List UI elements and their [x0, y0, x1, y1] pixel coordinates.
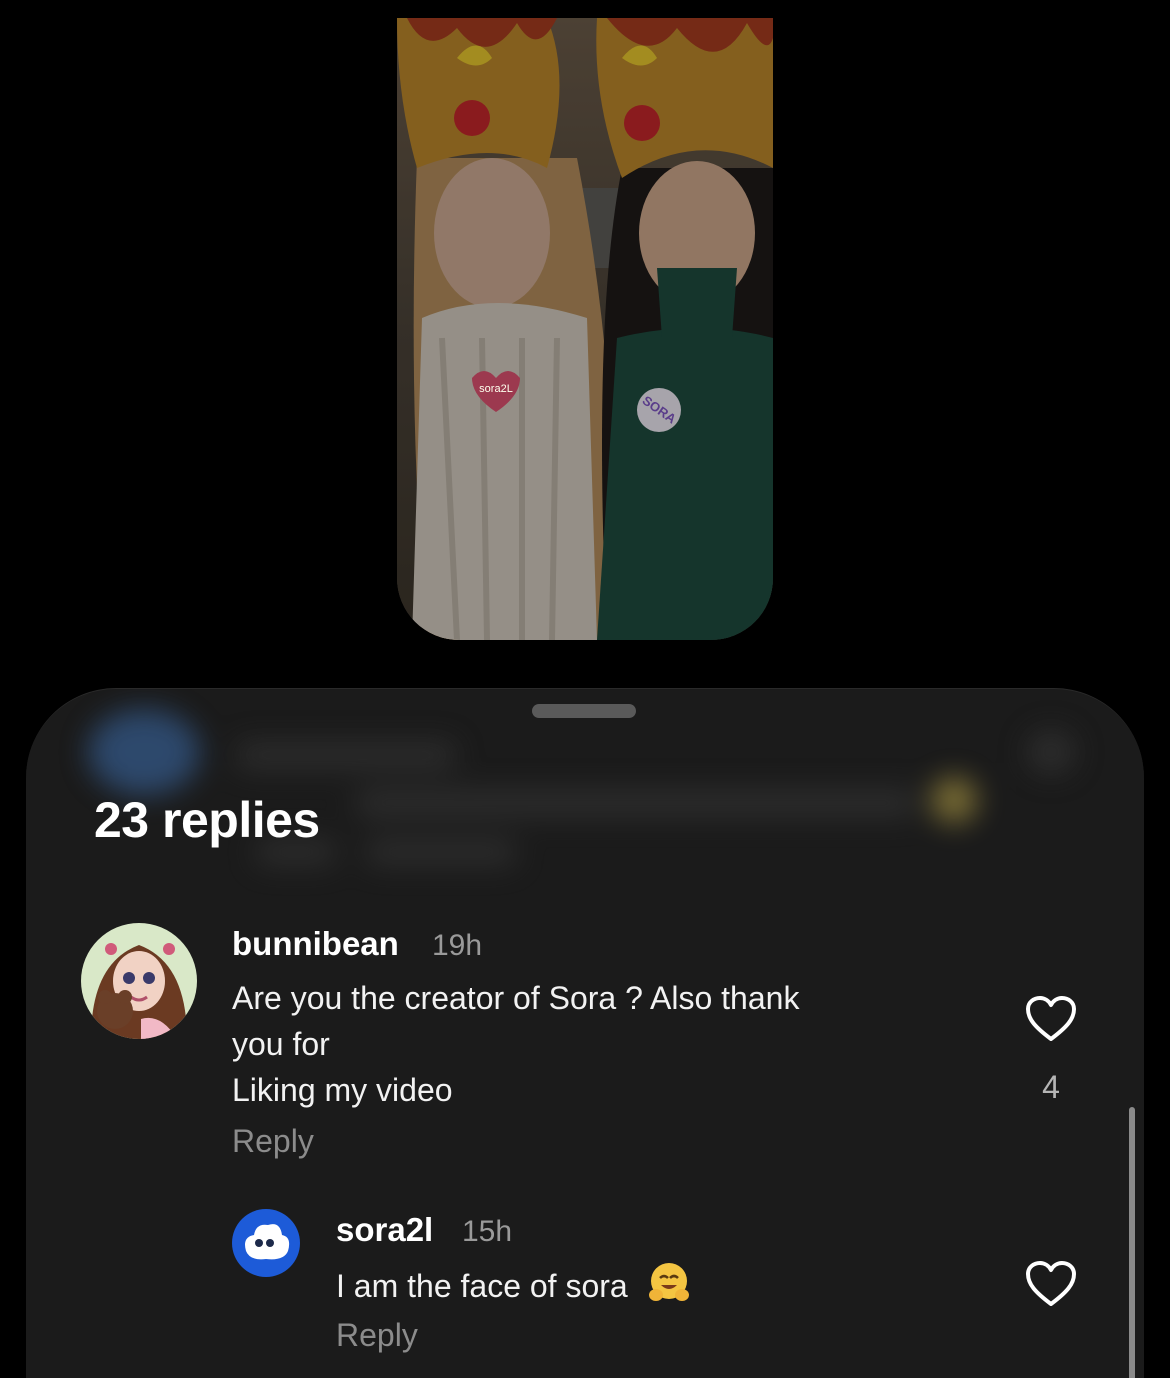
like-count: 4: [1042, 1069, 1060, 1105]
badge-left-label: sora2L: [479, 383, 513, 395]
replies-count-title: 23 replies: [94, 792, 320, 848]
heart-outline-icon[interactable]: [1025, 995, 1077, 1043]
comment-text-line: I am the face of sora: [336, 1268, 628, 1304]
heart-outline-icon[interactable]: [1025, 1260, 1077, 1308]
comments-sheet: 23 replies bunnibean 19h Are you the cre…: [26, 688, 1144, 1378]
comment-author[interactable]: sora2l: [336, 1211, 433, 1249]
comment-timestamp: 19h: [432, 929, 483, 962]
comment-text: I am the face of sora: [336, 1261, 691, 1317]
drag-handle[interactable]: [532, 704, 636, 718]
blue-cloud-avatar[interactable]: [232, 1209, 300, 1277]
screen: sora2L SORA 23 replies bunnibean 19h Are…: [0, 0, 1170, 1378]
scrollbar[interactable]: [1129, 1107, 1135, 1378]
comment-text-line: Are you the creator of Sora ? Also thank: [232, 980, 800, 1016]
video-preview[interactable]: sora2L SORA: [397, 18, 773, 640]
comment-timestamp: 15h: [462, 1215, 513, 1248]
anime-girl-avatar[interactable]: [81, 923, 197, 1039]
comment-author[interactable]: bunnibean: [232, 925, 399, 963]
hugging-face-emoji: [647, 1261, 691, 1317]
comment-text-line: Liking my video: [232, 1072, 453, 1108]
comment-text-line: you for: [232, 1026, 330, 1062]
comment-text: Are you the creator of Sora ? Also thank…: [232, 975, 799, 1113]
reply-button[interactable]: Reply: [336, 1317, 418, 1354]
reply-button[interactable]: Reply: [232, 1123, 314, 1160]
